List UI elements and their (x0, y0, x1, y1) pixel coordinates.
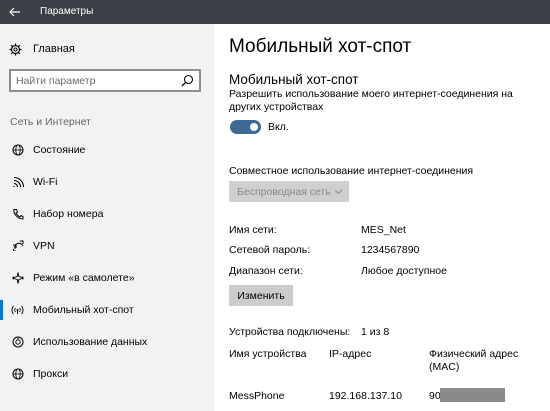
sidebar-item-label: Мобильный хот-спот (33, 304, 134, 316)
device-ip-cell: 192.168.137.10 (329, 390, 402, 402)
chevron-down-icon (334, 189, 343, 195)
back-button[interactable] (0, 0, 30, 24)
sidebar-item-hotspot[interactable]: Мобильный хот-спот (0, 297, 214, 323)
search-box[interactable] (9, 69, 201, 92)
connected-devices-label: Устройства подключены: (229, 326, 351, 338)
hotspot-toggle[interactable] (230, 120, 261, 134)
network-name-label: Имя сети: (229, 224, 277, 236)
share-connection-label: Совместное использование интернет-соедин… (229, 165, 474, 177)
sidebar-item-label: Режим «в самолете» (33, 272, 135, 284)
band-label: Диапазон сети: (229, 265, 303, 277)
back-arrow-icon (9, 7, 20, 17)
edit-button[interactable]: Изменить (229, 285, 293, 306)
share-connection-dropdown[interactable]: Беспроводная сеть (229, 181, 349, 202)
sidebar-item-proxy[interactable]: Прокси (0, 361, 214, 387)
gear-icon (8, 42, 23, 57)
search-input[interactable] (16, 73, 176, 88)
sidebar: Главная Сеть и Интернет Состояние Wi-Fi … (0, 24, 214, 411)
sidebar-item-label: VPN (33, 240, 55, 252)
sidebar-item-airplane[interactable]: Режим «в самолете» (0, 265, 214, 291)
sidebar-item-label: Прокси (33, 368, 69, 380)
sidebar-item-dialup[interactable]: Набор номера (0, 201, 214, 227)
title-bar: Параметры (0, 0, 550, 24)
sidebar-item-vpn[interactable]: VPN (0, 233, 214, 259)
active-indicator (0, 300, 3, 320)
sidebar-item-label: Wi-Fi (33, 176, 58, 188)
redacted-mac-bar (440, 388, 505, 402)
sidebar-item-status[interactable]: Состояние (0, 137, 214, 163)
wifi-icon (10, 175, 25, 190)
toggle-knob (250, 123, 258, 131)
section-title: Сеть и Интернет (10, 116, 91, 128)
dropdown-value: Беспроводная сеть (237, 185, 331, 198)
vpn-icon (10, 239, 25, 254)
toggle-state-label: Вкл. (268, 121, 289, 133)
hotspot-icon (10, 303, 25, 318)
column-header-mac: Физический адрес (MAC) (429, 348, 519, 373)
data-usage-icon (10, 335, 25, 350)
sidebar-home-label: Главная (33, 43, 75, 55)
network-name-value: MES_Net (361, 224, 406, 236)
device-name-cell: MessPhone (229, 390, 285, 402)
section-heading: Мобильный хот-спот (229, 72, 359, 87)
hotspot-description: Разрешить использование моего интернет-с… (229, 88, 513, 113)
column-header-device: Имя устройства (229, 348, 307, 360)
main-panel: Мобильный хот-спот Мобильный хот-спот Ра… (214, 24, 550, 411)
sidebar-item-label: Состояние (33, 144, 86, 156)
sidebar-item-wifi[interactable]: Wi-Fi (0, 169, 214, 195)
sidebar-item-label: Набор номера (33, 208, 104, 220)
sidebar-item-label: Использование данных (33, 336, 148, 348)
password-value: 1234567890 (361, 244, 420, 256)
phone-icon (10, 207, 25, 222)
band-value: Любое доступное (361, 265, 447, 277)
password-label: Сетевой пароль: (229, 244, 311, 256)
search-icon[interactable] (181, 74, 194, 87)
sidebar-home[interactable]: Главная (8, 40, 75, 58)
airplane-icon (10, 271, 25, 286)
globe-icon (10, 143, 25, 158)
window-title: Параметры (40, 6, 94, 17)
page-title: Мобильный хот-спот (229, 36, 412, 57)
globe-icon (10, 367, 25, 382)
column-header-ip: IP-адрес (329, 348, 372, 360)
sidebar-item-data-usage[interactable]: Использование данных (0, 329, 214, 355)
connected-devices-value: 1 из 8 (361, 326, 390, 338)
